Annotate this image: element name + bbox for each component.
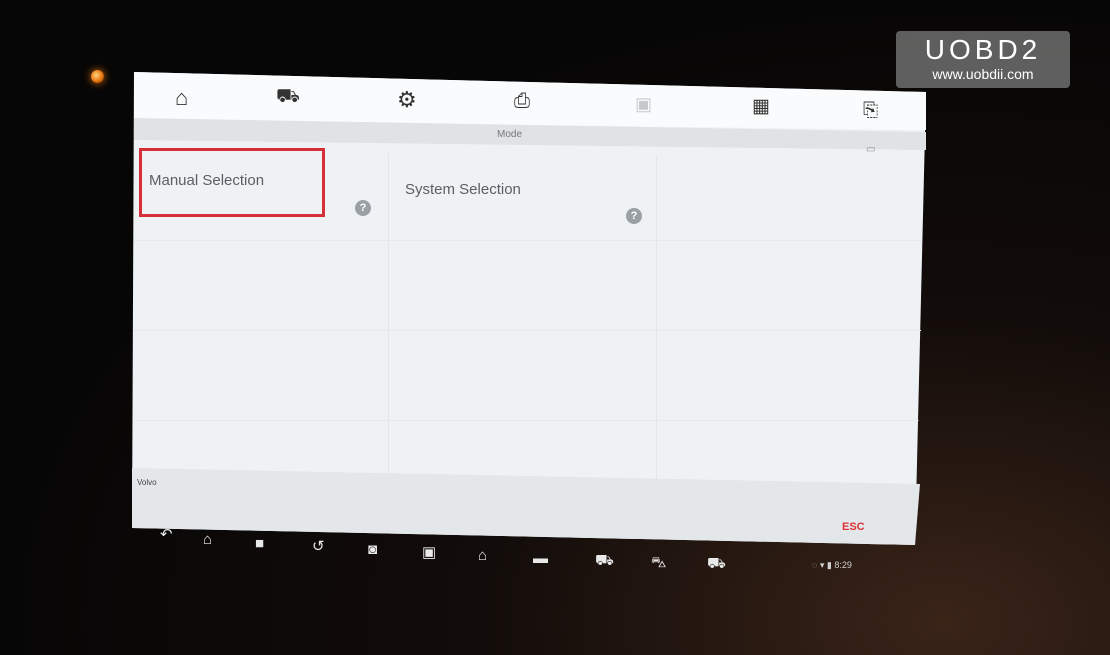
home-icon[interactable]: ⌂: [478, 548, 487, 564]
keyboard-icon[interactable]: ▭: [866, 144, 875, 155]
settings-icon[interactable]: ⚙: [397, 88, 417, 112]
scan-icon[interactable]: ⛟: [707, 556, 726, 572]
print-icon[interactable]: ⎙: [514, 89, 530, 113]
camera-icon[interactable]: ■: [255, 536, 264, 552]
watermark-url: www.uobdii.com: [932, 66, 1034, 82]
help-icon[interactable]: ?: [626, 208, 642, 224]
vehicle-icon[interactable]: ⛟: [595, 553, 614, 569]
car-icon[interactable]: ⛍: [651, 555, 666, 571]
highlight-annotation: [139, 148, 325, 217]
back-icon[interactable]: ↶: [160, 527, 173, 543]
gallery-icon[interactable]: ▣: [422, 545, 436, 561]
home-icon[interactable]: ⌂: [175, 86, 188, 110]
home-icon[interactable]: ⌂: [203, 532, 212, 548]
screen-record-icon[interactable]: ↺: [312, 539, 325, 555]
clock: 8:29: [834, 560, 852, 570]
watermark-brand: UOBD2: [924, 34, 1042, 65]
help-icon[interactable]: ?: [355, 200, 371, 216]
save-icon: ▣: [635, 94, 653, 114]
system-selection-label: System Selection: [405, 181, 521, 198]
report-icon[interactable]: ⎘: [863, 99, 878, 123]
screenshot-icon[interactable]: ◙: [368, 542, 377, 558]
vehicle-name: Volvo: [137, 478, 157, 487]
status-bar: ◌ ▾ ▮ 8:29: [812, 560, 852, 571]
watermark: UOBD2 www.uobdii.com: [896, 31, 1070, 88]
calendar-icon[interactable]: ▦: [752, 95, 770, 119]
esc-button[interactable]: ESC: [842, 521, 865, 533]
vci-icon[interactable]: ▬: [533, 551, 548, 567]
wifi-icon: ◌ ▾ ▮: [812, 560, 832, 570]
vehicle-info: Volvo: [137, 478, 157, 487]
vehicle-swap-icon[interactable]: ⛟: [276, 85, 300, 109]
page-title: Mode: [497, 129, 523, 140]
power-led: [91, 70, 104, 83]
